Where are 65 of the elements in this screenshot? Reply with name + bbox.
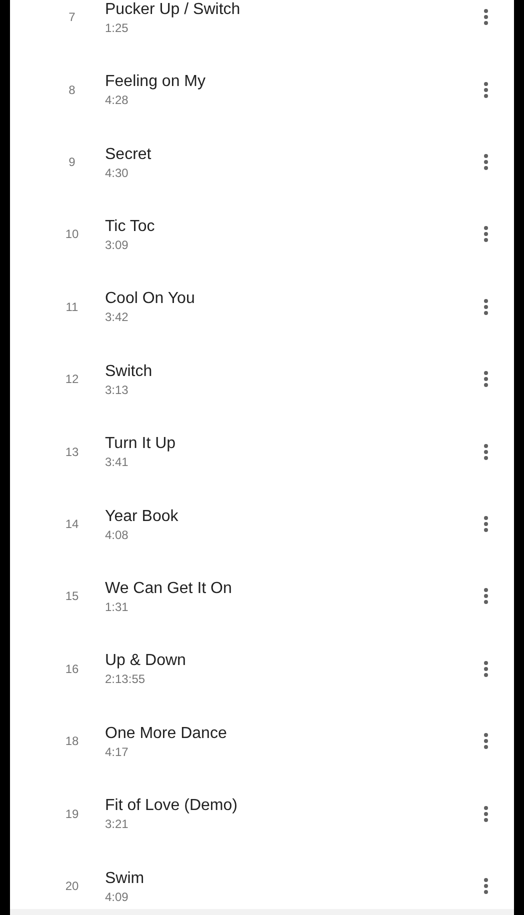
track-title: Swim <box>105 868 146 888</box>
more-vert-icon <box>484 516 488 532</box>
track-duration: 4:09 <box>105 890 130 905</box>
track-number: 13 <box>64 444 80 459</box>
track-duration: 3:41 <box>105 455 130 470</box>
track-number: 18 <box>64 734 80 748</box>
track-number: 11 <box>64 300 80 314</box>
track-row[interactable]: 7 Pucker Up / Switch 1:25 <box>10 0 514 54</box>
more-vert-icon <box>484 660 488 677</box>
more-vert-icon <box>484 226 488 242</box>
track-row[interactable]: 13 Turn It Up 3:41 <box>10 415 514 488</box>
track-number: 7 <box>68 10 76 24</box>
track-title: Feeling on My <box>105 72 206 92</box>
more-vert-icon <box>484 82 488 98</box>
more-vert-icon <box>484 444 488 460</box>
track-number: 8 <box>68 82 76 97</box>
track-duration: 3:09 <box>105 238 130 253</box>
track-title: One More Dance <box>105 724 228 743</box>
track-number: 16 <box>64 662 80 676</box>
track-title: Cool On You <box>105 289 196 308</box>
track-title: Up & Down <box>105 651 187 670</box>
more-vert-icon <box>484 371 488 388</box>
track-number: 19 <box>64 806 80 821</box>
track-row[interactable]: 14 Year Book 4:08 <box>10 488 514 560</box>
track-row[interactable]: 11 Cool On You 3:42 <box>10 270 514 344</box>
track-row[interactable]: 9 Secret 4:30 <box>10 126 514 198</box>
track-title: Tic Toc <box>105 216 156 236</box>
track-title: Switch <box>105 362 154 381</box>
track-title: We Can Get It On <box>105 578 233 598</box>
track-row[interactable]: 15 We Can Get It On 1:31 <box>10 560 514 633</box>
track-duration: 2:13:55 <box>105 672 146 688</box>
track-duration: 1:25 <box>105 20 130 36</box>
track-title: Pucker Up / Switch <box>105 0 242 19</box>
track-title: Secret <box>105 144 152 164</box>
track-row[interactable]: 16 Up & Down 2:13:55 <box>10 632 514 706</box>
more-vert-icon <box>484 878 488 894</box>
track-row[interactable]: 20 Swim 4:09 <box>10 850 514 909</box>
track-row[interactable]: 8 Feeling on My 4:28 <box>10 53 514 126</box>
more-vert-icon <box>484 588 488 604</box>
more-vert-icon <box>484 298 488 315</box>
track-duration: 1:31 <box>105 600 130 615</box>
track-number: 20 <box>64 879 80 894</box>
more-vert-icon <box>484 733 488 750</box>
track-number: 14 <box>64 517 80 532</box>
track-duration: 3:21 <box>105 817 130 832</box>
more-vert-icon <box>484 9 488 26</box>
track-row[interactable]: 18 One More Dance 4:17 <box>10 705 514 778</box>
more-vert-icon <box>484 806 488 822</box>
track-title: Turn It Up <box>105 434 177 454</box>
track-number: 12 <box>64 372 80 386</box>
track-duration: 3:13 <box>105 382 130 398</box>
track-duration: 4:17 <box>105 744 130 760</box>
track-duration: 3:42 <box>105 310 130 326</box>
track-row[interactable]: 19 Fit of Love (Demo) 3:21 <box>10 777 514 850</box>
track-row[interactable]: 10 Tic Toc 3:09 <box>10 198 514 271</box>
track-duration: 4:30 <box>105 166 130 181</box>
track-title: Fit of Love (Demo) <box>105 796 238 816</box>
more-vert-icon <box>484 154 488 170</box>
track-number: 9 <box>68 155 76 170</box>
track-duration: 4:28 <box>105 93 130 108</box>
track-duration: 4:08 <box>105 528 130 543</box>
track-title: Year Book <box>105 506 180 526</box>
track-number: 15 <box>64 589 80 604</box>
track-number: 10 <box>64 227 80 242</box>
track-row[interactable]: 12 Switch 3:13 <box>10 343 514 416</box>
